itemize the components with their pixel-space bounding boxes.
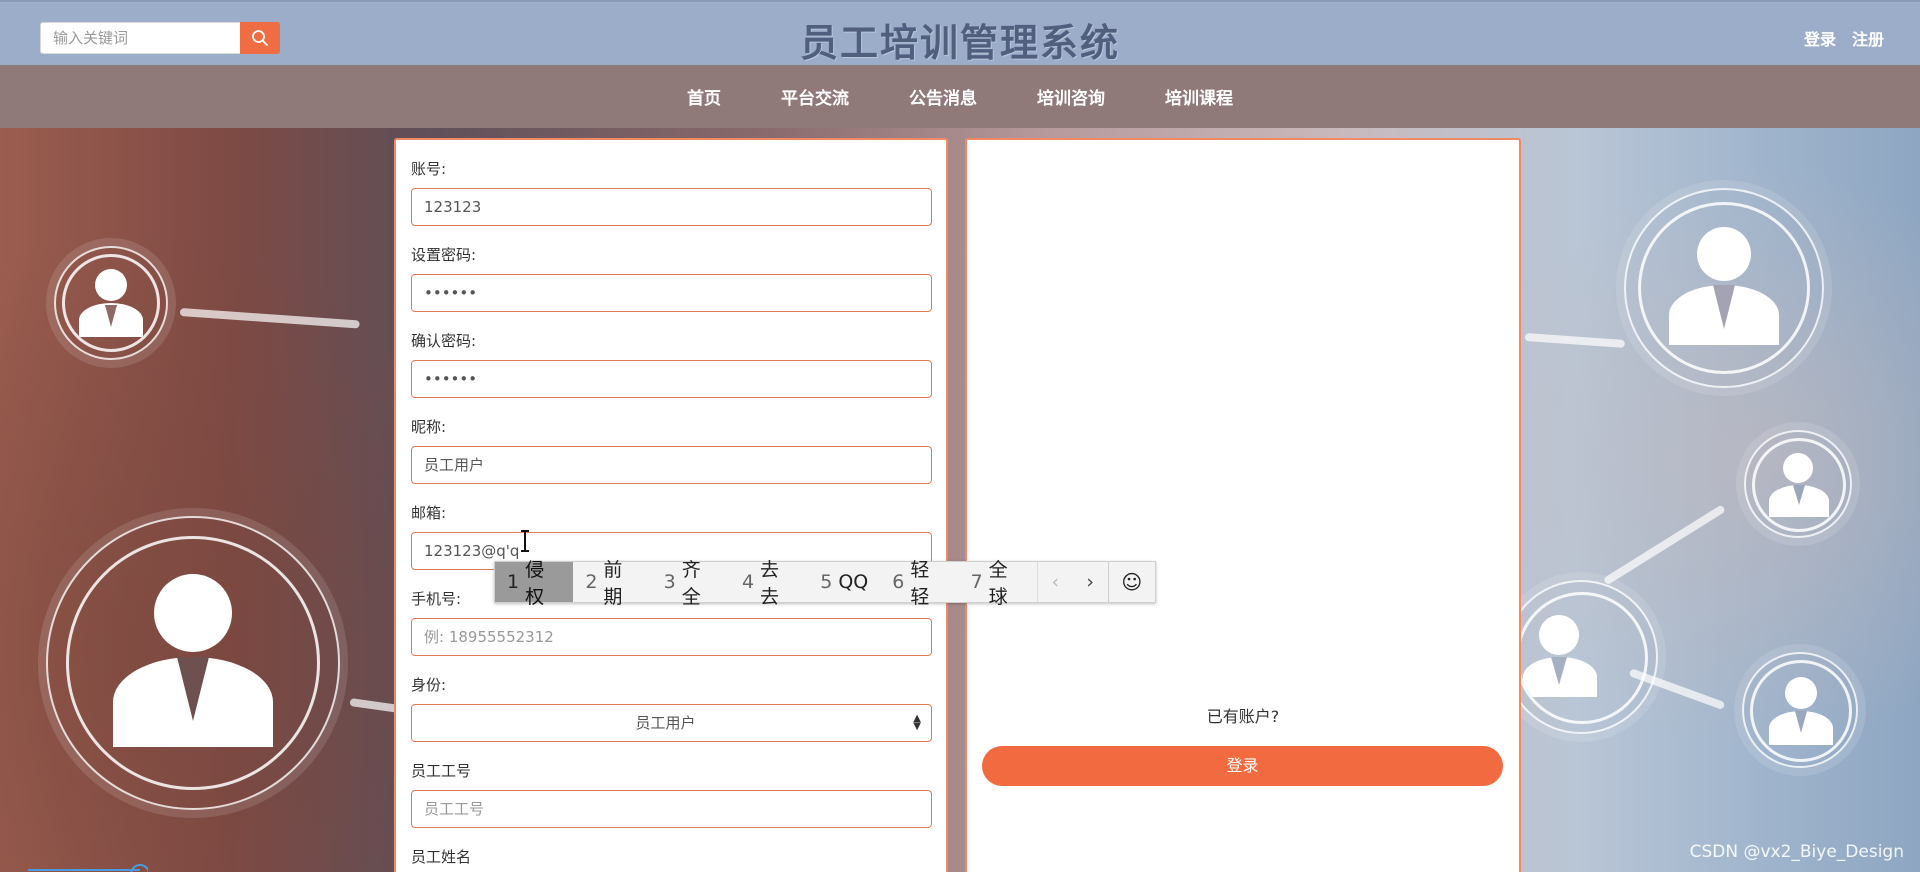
ime-candidate-text: 齐全: [681, 559, 701, 608]
register-link[interactable]: 注册: [1852, 26, 1884, 50]
nav-item-forum[interactable]: 平台交流: [751, 84, 879, 109]
email-label: 邮箱:: [411, 504, 447, 522]
decor-line: [179, 308, 360, 329]
user-avatar-icon: [1624, 188, 1824, 388]
confirm-password-field[interactable]: ••••••: [411, 360, 932, 398]
employee-name-label: 员工姓名: [411, 848, 472, 866]
register-form: 账号: 123123 设置密码: •••••• 确认密码: •••••• 昵称:…: [394, 138, 948, 872]
auth-links: 登录 注册: [1804, 26, 1884, 50]
emoji-icon[interactable]: ☺: [1107, 562, 1155, 602]
nav-item-home[interactable]: 首页: [657, 84, 751, 109]
ime-candidate[interactable]: 5 QQ: [808, 562, 880, 602]
ime-candidate[interactable]: 3 齐全: [652, 559, 730, 608]
ime-candidate[interactable]: 6 轻轻: [880, 559, 958, 608]
header-bar: 员工培训管理系统 登录 注册: [0, 0, 1920, 65]
user-avatar-icon: [1742, 652, 1858, 768]
employee-no-label: 员工工号: [411, 762, 472, 780]
ime-candidate[interactable]: 4 去去: [730, 559, 808, 608]
password-field[interactable]: ••••••: [411, 274, 932, 312]
ime-candidate-text: QQ: [838, 571, 869, 593]
text-cursor-icon: [521, 530, 529, 552]
ime-candidate-text: 侵权: [525, 559, 545, 608]
phone-field[interactable]: 例: 18955552312: [411, 618, 932, 656]
side-panel: 已有账户? 登录: [965, 138, 1521, 872]
site-title: 员工培训管理系统: [799, 21, 1120, 65]
account-label: 账号:: [411, 160, 447, 178]
ime-candidate-text: 去去: [760, 559, 780, 608]
role-selected-value: 员工用户: [635, 714, 696, 732]
login-link[interactable]: 登录: [1804, 26, 1836, 50]
ime-candidate-number: 2: [585, 571, 598, 593]
user-avatar-icon: [46, 516, 340, 810]
password-label: 设置密码:: [411, 246, 477, 264]
role-label: 身份:: [411, 676, 447, 694]
ime-candidate-number: 6: [892, 571, 905, 593]
ime-next-icon[interactable]: ›: [1073, 562, 1108, 602]
ime-candidate-bar: 1 侵权 2 前期 3 齐全 4 去去 5 QQ 6 轻轻 7 全球 ‹ › ☺: [494, 559, 1156, 608]
background-image: [0, 128, 1920, 872]
ime-candidate-number: 1: [507, 571, 520, 593]
select-arrows-icon: ▲ ▼: [913, 713, 921, 732]
ime-candidate-text: 轻轻: [910, 559, 930, 608]
ime-candidate[interactable]: 2 前期: [573, 559, 651, 608]
main-nav: 首页 平台交流 公告消息 培训咨询 培训课程: [0, 65, 1920, 128]
nickname-field[interactable]: 员工用户: [411, 446, 932, 484]
ime-candidate-text: 全球: [988, 559, 1008, 608]
ime-candidate-number: 7: [970, 571, 983, 593]
phone-label: 手机号:: [411, 590, 462, 608]
nav-item-consulting[interactable]: 培训咨询: [1007, 84, 1135, 109]
ime-candidate[interactable]: 7 全球: [959, 559, 1037, 608]
ime-candidate-number: 5: [820, 571, 833, 593]
decor-line: [1524, 333, 1626, 348]
ime-candidate-number: 4: [741, 571, 755, 593]
nav-item-announcements[interactable]: 公告消息: [879, 84, 1007, 109]
confirm-password-label: 确认密码:: [411, 332, 477, 350]
have-account-text: 已有账户?: [1206, 707, 1280, 726]
employee-no-field[interactable]: 员工工号: [411, 790, 932, 828]
ime-candidate-number: 3: [663, 571, 676, 593]
decor-line: [1602, 504, 1726, 586]
ime-candidate-text: 前期: [603, 559, 623, 608]
account-field[interactable]: 123123: [411, 188, 932, 226]
ime-prev-icon[interactable]: ‹: [1036, 562, 1073, 602]
role-select[interactable]: 员工用户 ▲ ▼: [411, 704, 932, 742]
watermark: CSDN @vx2_Biye_Design: [1689, 842, 1904, 862]
nav-item-courses[interactable]: 培训课程: [1135, 84, 1263, 109]
nickname-label: 昵称:: [411, 418, 447, 436]
login-button[interactable]: 登录: [982, 746, 1503, 786]
slider-handle-icon: [28, 864, 148, 872]
user-avatar-icon: [54, 246, 168, 360]
ime-candidate[interactable]: 1 侵权: [495, 559, 574, 608]
user-avatar-icon: [1504, 580, 1658, 734]
user-avatar-icon: [1744, 430, 1852, 538]
